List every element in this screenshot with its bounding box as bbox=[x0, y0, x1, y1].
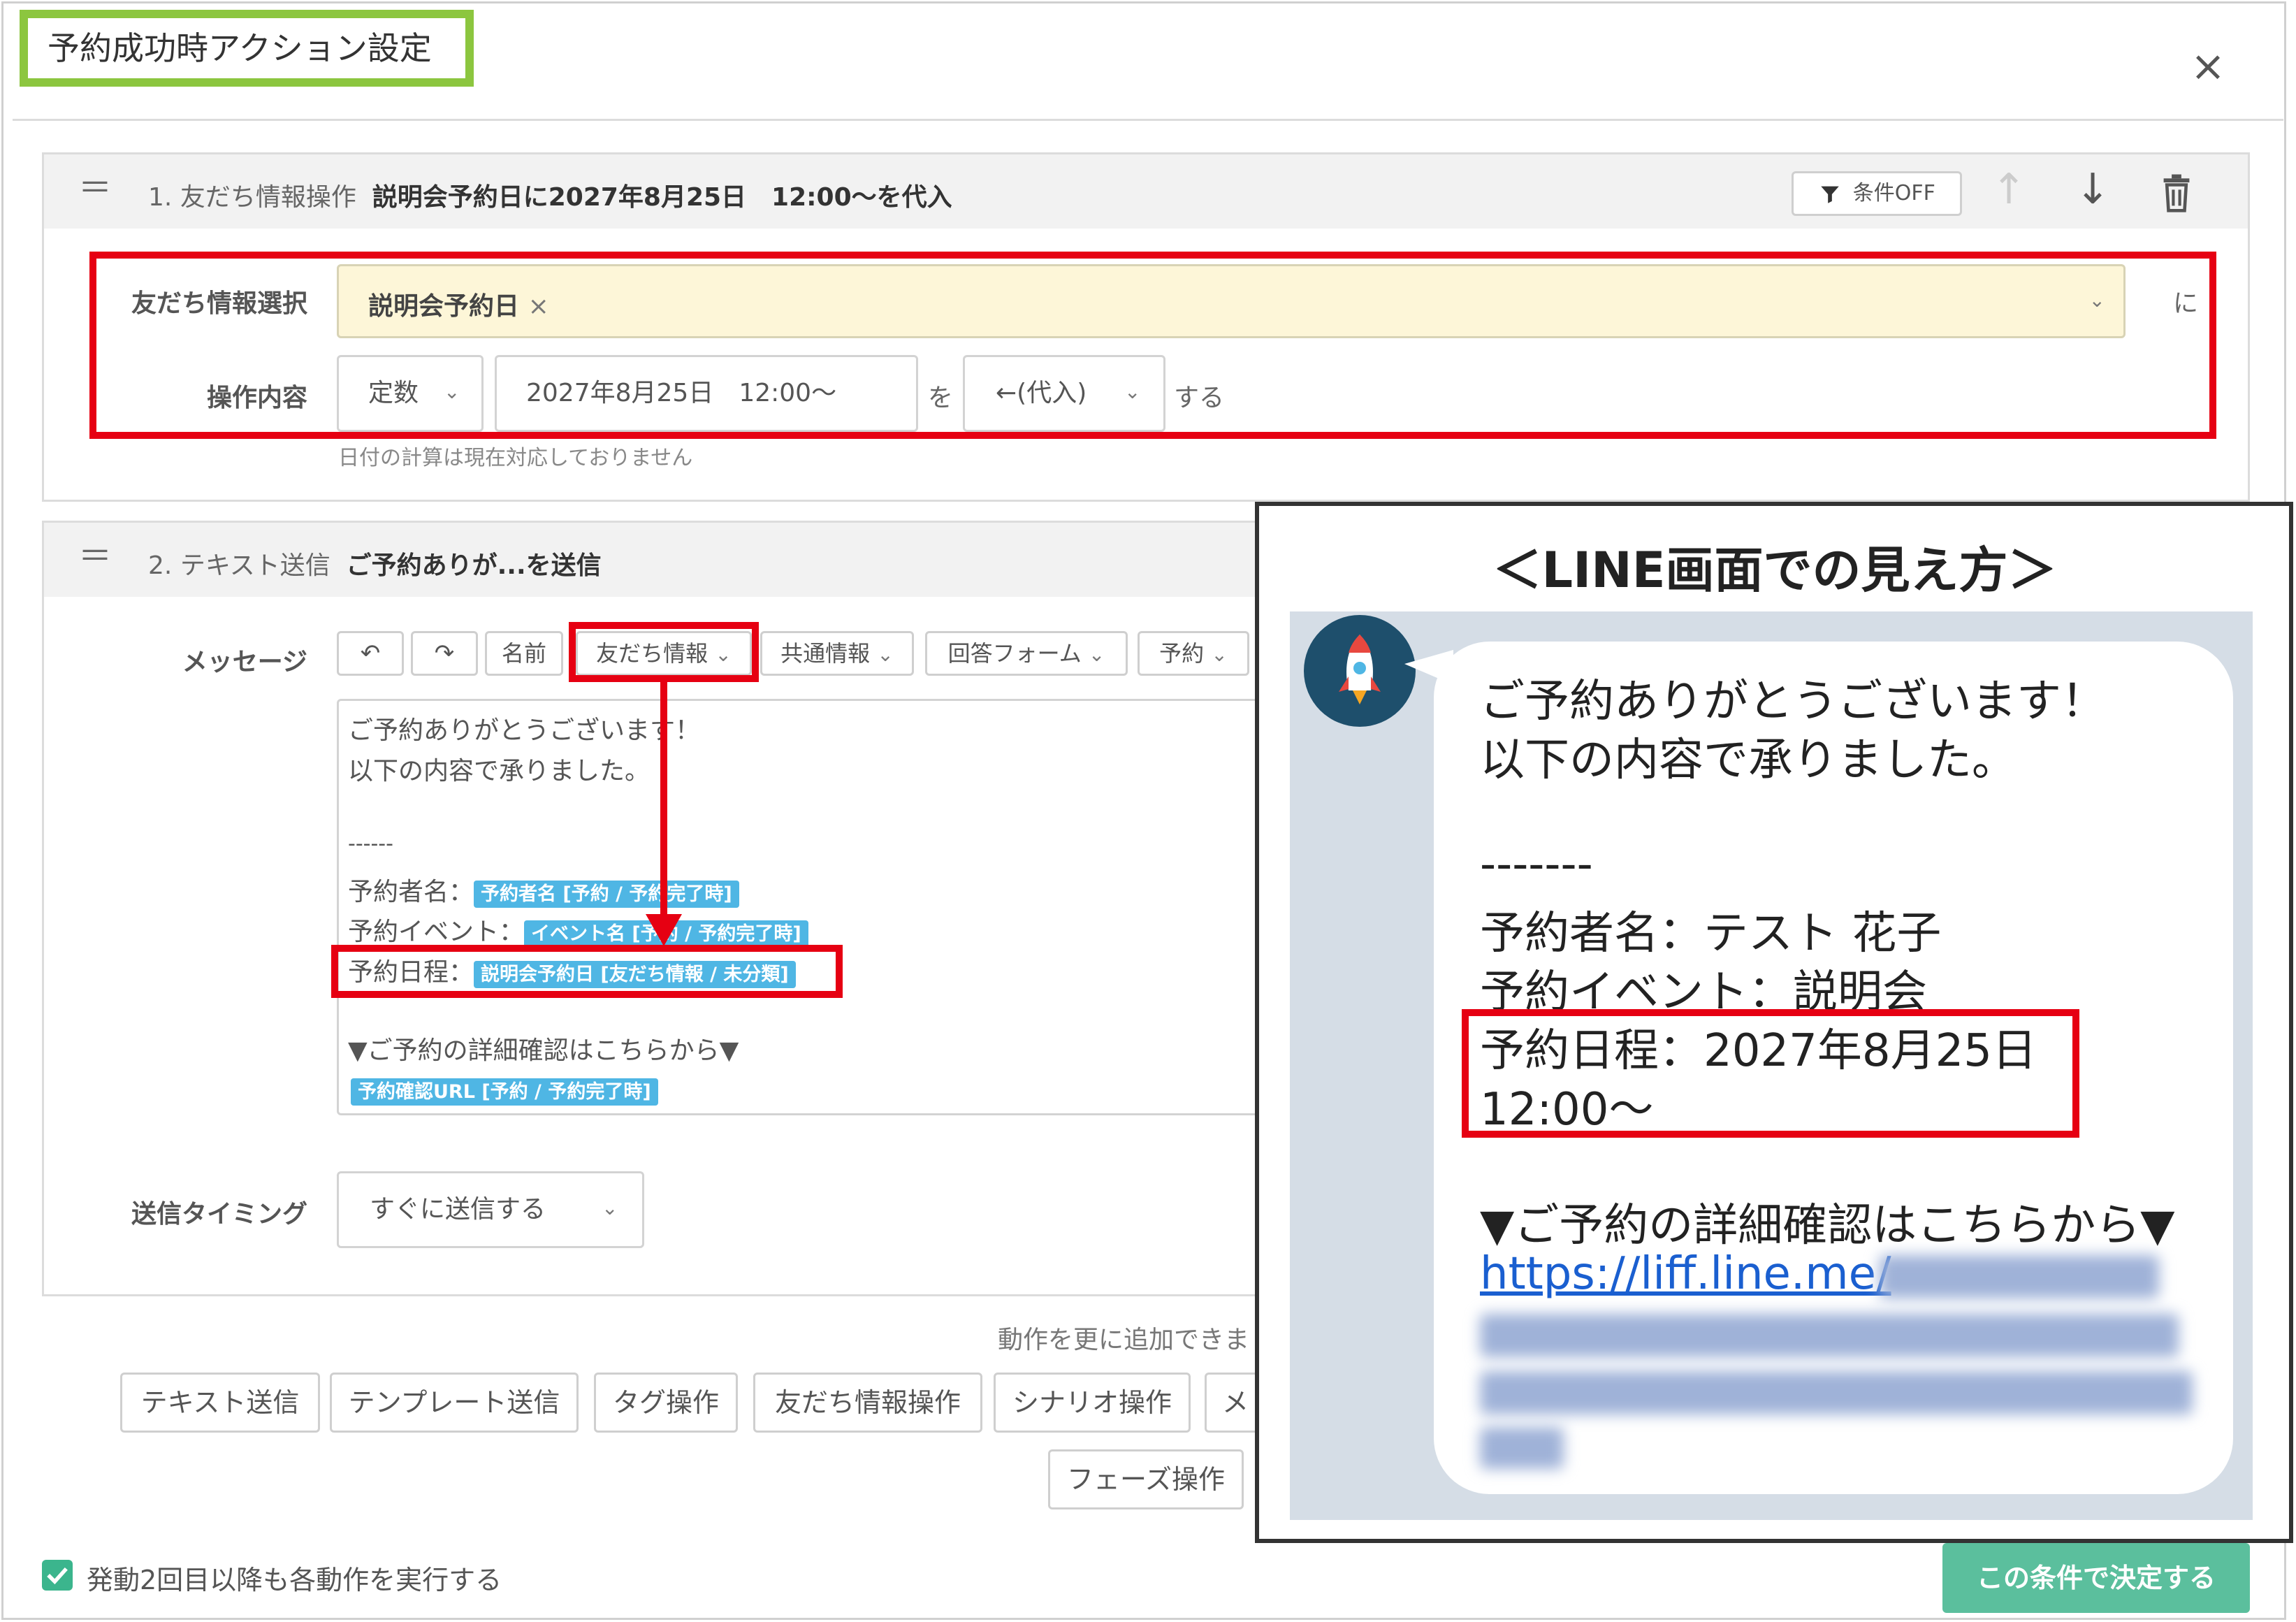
step1-number: 1. bbox=[148, 183, 173, 212]
step2-type: テキスト送信 bbox=[180, 551, 330, 580]
line-preview-heading: ＜LINE画面での見え方＞ bbox=[1492, 542, 2057, 599]
message-event-row: 予約イベント： イベント名 [予約 / 予約完了時] bbox=[348, 911, 808, 948]
repeat-checkbox[interactable] bbox=[42, 1560, 73, 1591]
close-button[interactable]: × bbox=[2180, 38, 2236, 94]
message-divider: ------ bbox=[348, 832, 393, 856]
highlight-arrow bbox=[646, 679, 682, 946]
send-timing-label: 送信タイミング bbox=[131, 1200, 307, 1229]
step2-number: 2. bbox=[148, 551, 173, 580]
common-info-insert-button[interactable]: 共通情報 ⌄ bbox=[760, 631, 914, 676]
check-icon bbox=[47, 1567, 68, 1585]
message-url-row: 予約確認URL [予約 / 予約完了時] bbox=[351, 1076, 658, 1106]
repeat-checkbox-label: 発動2回目以降も各動作を実行する bbox=[87, 1565, 502, 1595]
booker-variable-tag[interactable]: 予約者名 [予約 / 予約完了時] bbox=[474, 881, 739, 908]
filter-icon bbox=[1821, 186, 1839, 203]
booker-label: 予約者名： bbox=[348, 878, 474, 906]
date-row-highlight bbox=[331, 945, 843, 998]
line-booker: 予約者名：テスト 花子 bbox=[1480, 908, 1942, 960]
redacted-url-2 bbox=[1480, 1314, 2179, 1357]
title-divider bbox=[13, 119, 2283, 121]
send-timing-value: すぐに送信する bbox=[370, 1195, 546, 1224]
bot-avatar bbox=[1304, 615, 1416, 727]
submit-button[interactable]: この条件で決定する bbox=[1942, 1543, 2250, 1613]
step2-title: 2. テキスト送信 ご予約ありが...を送信 bbox=[148, 545, 602, 581]
send-timing-select[interactable]: すぐに送信する ⌄ bbox=[337, 1171, 644, 1248]
add-tag-operation-button[interactable]: タグ操作 bbox=[594, 1373, 738, 1433]
move-down-icon[interactable]: ↓ bbox=[2075, 165, 2110, 214]
modal-title: 予約成功時アクション設定 bbox=[20, 10, 474, 87]
date-calc-note: 日付の計算は現在対応しておりません bbox=[338, 446, 693, 470]
line-date-highlight bbox=[1462, 1009, 2079, 1138]
redacted-url-4 bbox=[1480, 1427, 1564, 1469]
event-label: 予約イベント： bbox=[348, 918, 525, 946]
step1-highlight-frame bbox=[89, 252, 2216, 439]
insert-name-button[interactable]: 名前 bbox=[485, 631, 563, 676]
drag-handle-icon[interactable]: ＝ bbox=[78, 171, 112, 205]
step1-type: 友だち情報操作 bbox=[180, 183, 356, 212]
chevron-down-icon: ⌄ bbox=[1088, 643, 1105, 666]
rocket-icon bbox=[1339, 635, 1381, 704]
drag-handle-icon[interactable]: ＝ bbox=[78, 540, 112, 573]
reservation-insert-button[interactable]: 予約 ⌄ bbox=[1138, 631, 1249, 676]
chevron-down-icon: ⌄ bbox=[602, 1196, 618, 1219]
line-detail-line: ▼ご予約の詳細確認はこちらから▼ bbox=[1480, 1200, 2175, 1252]
line-url-link[interactable]: https://liff.line.me/ bbox=[1480, 1248, 1891, 1300]
undo-button[interactable]: ↶ bbox=[337, 631, 404, 676]
reservation-insert-label: 予約 bbox=[1159, 640, 1205, 667]
add-action-hint: 動作を更に追加できま bbox=[998, 1326, 1250, 1354]
chevron-down-icon: ⌄ bbox=[1211, 643, 1228, 666]
redo-button[interactable]: ↷ bbox=[411, 631, 478, 676]
condition-off-button[interactable]: 条件OFF bbox=[1792, 171, 1962, 216]
condition-off-label: 条件OFF bbox=[1852, 181, 1935, 205]
line-text-1: ご予約ありがとうございます！ bbox=[1480, 676, 2106, 727]
answer-form-insert-button[interactable]: 回答フォーム ⌄ bbox=[925, 631, 1128, 676]
step1-title: 1. 友だち情報操作 説明会予約日に2027年8月25日 12:00〜を代入 bbox=[148, 177, 952, 213]
add-friend-info-operation-button[interactable]: 友だち情報操作 bbox=[753, 1373, 982, 1433]
add-scenario-operation-button[interactable]: シナリオ操作 bbox=[994, 1373, 1191, 1433]
redacted-url-3 bbox=[1480, 1371, 2193, 1414]
bubble-tail bbox=[1404, 650, 1453, 685]
line-divider: ------- bbox=[1480, 839, 1593, 890]
friend-info-highlight bbox=[569, 622, 759, 682]
answer-form-insert-label: 回答フォーム bbox=[947, 640, 1082, 667]
add-template-send-button[interactable]: テンプレート送信 bbox=[330, 1373, 579, 1433]
redacted-url-1 bbox=[1880, 1255, 2159, 1298]
chevron-down-icon: ⌄ bbox=[877, 643, 894, 666]
url-variable-tag[interactable]: 予約確認URL [予約 / 予約完了時] bbox=[351, 1078, 658, 1106]
step2-summary: ご予約ありが...を送信 bbox=[346, 551, 602, 580]
message-line-2: 以下の内容で承りました。 bbox=[348, 757, 651, 785]
add-phase-operation-button[interactable]: フェーズ操作 bbox=[1048, 1449, 1244, 1509]
step1-summary: 説明会予約日に2027年8月25日 12:00〜を代入 bbox=[372, 183, 952, 212]
line-text-2: 以下の内容で承りました。 bbox=[1480, 734, 2017, 786]
add-text-send-button[interactable]: テキスト送信 bbox=[120, 1373, 320, 1433]
message-label: メッセージ bbox=[182, 648, 307, 676]
message-detail-line: ▼ご予約の詳細確認はこちらから▼ bbox=[348, 1036, 739, 1065]
trash-icon[interactable] bbox=[2160, 173, 2193, 215]
move-up-icon[interactable]: ↑ bbox=[1991, 165, 2026, 214]
common-info-insert-label: 共通情報 bbox=[780, 640, 871, 667]
